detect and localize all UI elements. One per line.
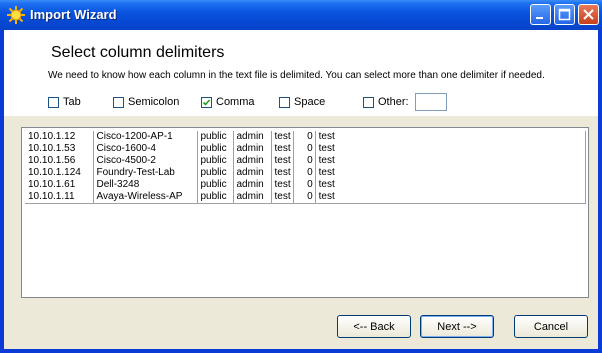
table-cell: admin bbox=[233, 167, 272, 179]
table-cell: public bbox=[197, 143, 234, 155]
table-cell: test bbox=[271, 143, 294, 155]
space-checkbox[interactable]: Space bbox=[279, 94, 325, 110]
comma-checkbox[interactable]: Comma bbox=[201, 94, 255, 110]
table-cell: public bbox=[197, 131, 234, 143]
other-checkbox[interactable]: Other: bbox=[363, 94, 409, 110]
table-cell: test bbox=[271, 191, 294, 204]
table-cell: test bbox=[315, 191, 587, 204]
back-button[interactable]: <-- Back bbox=[337, 315, 411, 338]
other-delimiter-input[interactable] bbox=[415, 93, 447, 111]
table-row: 10.10.1.124 Foundry-Test-Lab public admin te… bbox=[25, 167, 587, 179]
space-checkbox-box[interactable] bbox=[279, 96, 290, 108]
semicolon-checkbox-label: Semicolon bbox=[128, 96, 180, 108]
table-cell: 10.10.1.61 bbox=[25, 179, 94, 191]
dialog-body: Select column delimiters We need to know… bbox=[4, 30, 598, 349]
table-cell: public bbox=[197, 191, 234, 204]
table-cell: admin bbox=[233, 143, 272, 155]
table-cell: Cisco-1200-AP-1 bbox=[93, 131, 198, 143]
table-cell: 10.10.1.11 bbox=[25, 191, 94, 204]
preview-table: 10.10.1.12 Cisco-1200-AP-1 public admin test… bbox=[25, 131, 587, 204]
semicolon-checkbox[interactable]: Semicolon bbox=[113, 94, 179, 110]
table-cell: Foundry-Test-Lab bbox=[93, 167, 198, 179]
table-cell: Cisco-1600-4 bbox=[93, 143, 198, 155]
minimize-button[interactable] bbox=[530, 4, 551, 25]
comma-checkbox-box[interactable] bbox=[201, 96, 212, 108]
page-description: We need to know how each column in the t… bbox=[48, 70, 545, 81]
table-cell: 0 bbox=[293, 155, 316, 167]
table-cell: public bbox=[197, 155, 234, 167]
title-bar[interactable]: Import Wizard bbox=[0, 0, 602, 30]
table-cell: admin bbox=[233, 191, 272, 204]
comma-checkbox-label: Comma bbox=[216, 96, 255, 108]
space-checkbox-label: Space bbox=[294, 96, 326, 108]
checkmark-icon bbox=[202, 98, 211, 106]
table-cell: public bbox=[197, 167, 234, 179]
table-row: 10.10.1.12 Cisco-1200-AP-1 public admin test… bbox=[25, 131, 587, 143]
table-cell: 10.10.1.124 bbox=[25, 167, 94, 179]
table-row: 10.10.1.11 Avaya-Wireless-AP public admin te… bbox=[25, 191, 587, 204]
table-cell: test bbox=[271, 131, 294, 143]
table-cell: 10.10.1.12 bbox=[25, 131, 94, 143]
cancel-button[interactable]: Cancel bbox=[514, 315, 588, 338]
close-icon bbox=[583, 9, 594, 20]
page-title: Select column delimiters bbox=[51, 44, 225, 61]
semicolon-checkbox-box[interactable] bbox=[113, 96, 124, 108]
table-cell: test bbox=[271, 155, 294, 167]
table-row: 10.10.1.61 Dell-3248 public admin test 0 test bbox=[25, 179, 587, 191]
tab-checkbox-label: Tab bbox=[63, 96, 81, 108]
table-cell: Dell-3248 bbox=[93, 179, 198, 191]
table-cell: 0 bbox=[293, 131, 316, 143]
next-button[interactable]: Next --> bbox=[420, 315, 494, 338]
table-cell: 0 bbox=[293, 191, 316, 204]
window-title: Import Wizard bbox=[30, 7, 117, 22]
table-cell: test bbox=[315, 131, 587, 143]
table-cell: test bbox=[315, 179, 587, 191]
table-cell: admin bbox=[233, 155, 272, 167]
wizard-sun-icon bbox=[6, 5, 26, 25]
other-checkbox-label: Other: bbox=[378, 96, 409, 108]
table-cell: test bbox=[315, 155, 587, 167]
table-cell: admin bbox=[233, 179, 272, 191]
maximize-button[interactable] bbox=[554, 4, 575, 25]
table-cell: public bbox=[197, 179, 234, 191]
table-cell: test bbox=[271, 179, 294, 191]
minimize-icon bbox=[536, 17, 543, 19]
table-row: 10.10.1.53 Cisco-1600-4 public admin test 0 te… bbox=[25, 143, 587, 155]
maximize-icon bbox=[558, 8, 571, 21]
table-cell: 0 bbox=[293, 179, 316, 191]
table-cell: 10.10.1.56 bbox=[25, 155, 94, 167]
table-cell: test bbox=[271, 167, 294, 179]
table-cell: Avaya-Wireless-AP bbox=[93, 191, 198, 204]
table-cell: 0 bbox=[293, 143, 316, 155]
table-cell: test bbox=[315, 143, 587, 155]
table-cell: admin bbox=[233, 131, 272, 143]
table-cell: test bbox=[315, 167, 587, 179]
table-row: 10.10.1.56 Cisco-4500-2 public admin test 0 te… bbox=[25, 155, 587, 167]
other-checkbox-box[interactable] bbox=[363, 96, 374, 108]
import-wizard-window: Import Wizard Select column delimiters W… bbox=[0, 0, 602, 353]
close-button[interactable] bbox=[578, 4, 599, 25]
table-cell: 0 bbox=[293, 167, 316, 179]
tab-checkbox-box[interactable] bbox=[48, 96, 59, 108]
tab-checkbox[interactable]: Tab bbox=[48, 94, 81, 110]
table-cell: 10.10.1.53 bbox=[25, 143, 94, 155]
table-cell: Cisco-4500-2 bbox=[93, 155, 198, 167]
data-preview[interactable]: 10.10.1.12 Cisco-1200-AP-1 public admin test… bbox=[21, 127, 589, 298]
